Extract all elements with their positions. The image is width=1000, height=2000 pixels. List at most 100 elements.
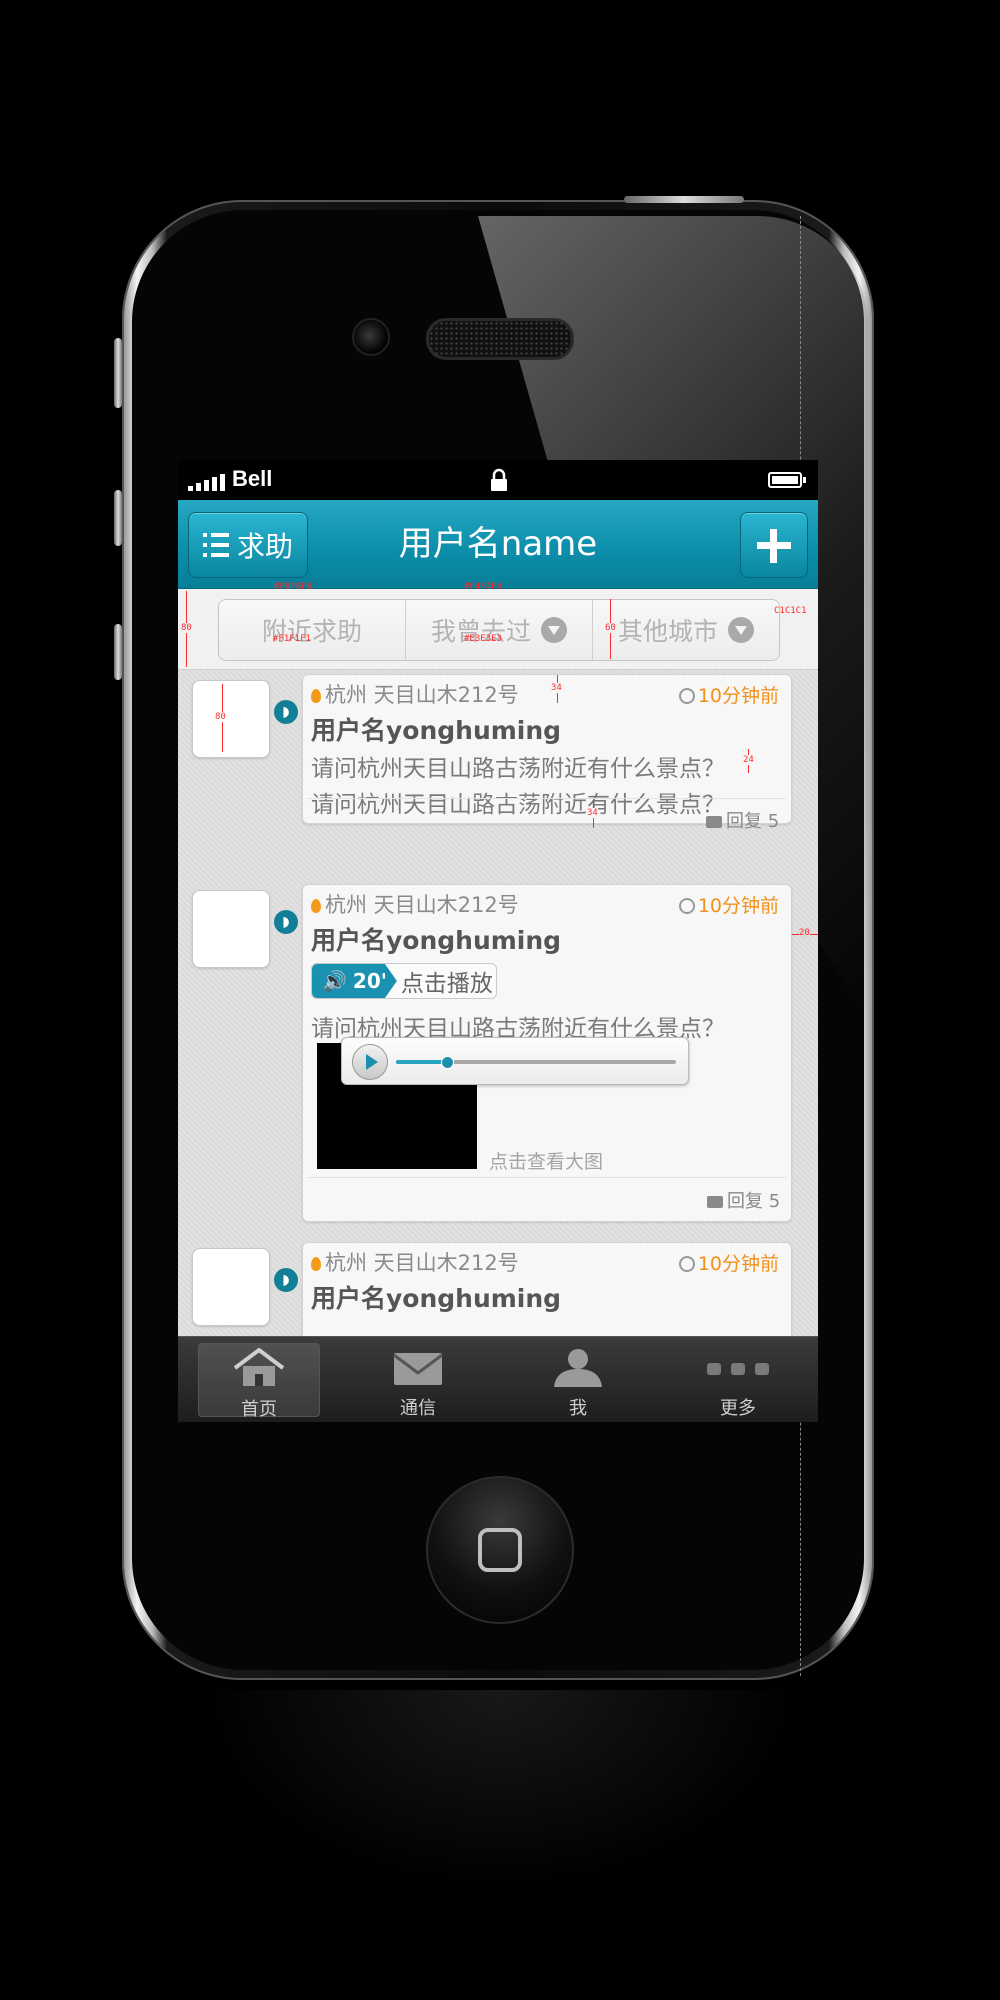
voice-play-label: 点击播放 (400, 971, 493, 997)
view-full-image-link[interactable]: 点击查看大图 (489, 1147, 603, 1174)
filter-segmented-control: 附近求助 我曾去过 其他城市 (218, 599, 780, 661)
voice-indicator-icon: ◗ (274, 1268, 298, 1292)
post-feed[interactable]: 80 ◗ 杭州 天目山木212号 10分钟前 用户名yonghuming 请问杭… (178, 670, 818, 1384)
tab-more-label: 更多 (720, 1398, 756, 1419)
comment-icon (707, 1196, 723, 1208)
mute-switch (114, 338, 122, 408)
tab-home-label: 首页 (241, 1399, 277, 1420)
divider (307, 1177, 787, 1178)
status-bar: Bell (178, 460, 818, 500)
post-card[interactable]: 杭州 天目山木212号 10分钟前 用户名yonghuming 请问杭州天目山路… (302, 674, 792, 824)
annotation-gap-34: 34 (587, 808, 598, 818)
location-pin-icon (311, 1257, 321, 1271)
location-pin-icon (311, 899, 321, 913)
comment-icon (706, 816, 722, 828)
post-time-text: 10分钟前 (697, 1253, 779, 1275)
annotation-color-2: #F1F1F1 (273, 634, 311, 644)
post-card[interactable]: 杭州 天目山木212号 10分钟前 用户名yonghuming 🔊 20' 点击… (302, 884, 792, 1222)
annotation-margin-20: 20 (799, 928, 810, 938)
nav-bar: 求助 用户名name (178, 500, 818, 589)
post-time-text: 10分钟前 (697, 895, 779, 917)
tab-me-label: 我 (569, 1398, 587, 1419)
post-username[interactable]: 用户名yonghuming (311, 711, 561, 747)
tab-me[interactable]: 我 (518, 1343, 638, 1419)
home-button[interactable] (426, 1476, 574, 1624)
post-time: 10分钟前 (678, 681, 779, 708)
chevron-down-icon (541, 617, 567, 643)
home-square-icon (478, 1528, 522, 1572)
post-location-text: 杭州 天目山木212号 (325, 893, 519, 917)
lock-icon (491, 468, 507, 491)
annotation-color-5: C1C1C1 (774, 606, 807, 616)
voice-indicator-icon: ◗ (274, 700, 298, 724)
battery-icon (768, 472, 806, 488)
filter-other-cities-label: 其他城市 (617, 617, 718, 646)
filter-nearby[interactable]: 附近求助 (219, 600, 406, 660)
clock-icon (678, 688, 695, 704)
post-text-line: 请问杭州天目山路古荡附近有什么景点？ (311, 792, 725, 818)
page-title: 用户名name (398, 524, 598, 564)
phone-reflection (200, 1690, 800, 1890)
post-username[interactable]: 用户名yonghuming (311, 1279, 561, 1315)
tab-messages[interactable]: 通信 (358, 1343, 478, 1419)
annotation-avatar-80: 80 (215, 712, 226, 722)
more-dots-icon (707, 1363, 769, 1375)
voice-duration: 20' (352, 969, 387, 993)
annotation-height-80: 80 (181, 623, 192, 633)
voice-message-button[interactable]: 🔊 20' 点击播放 (311, 963, 497, 999)
voice-duration-tag: 🔊 20' (312, 964, 397, 998)
person-icon (554, 1349, 602, 1387)
tab-messages-label: 通信 (400, 1398, 436, 1419)
power-button (624, 196, 744, 203)
play-icon[interactable] (352, 1044, 388, 1080)
carrier-name: Bell (232, 466, 273, 491)
audio-progress-track[interactable] (396, 1056, 676, 1069)
help-menu-button[interactable]: 求助 (188, 512, 308, 578)
volume-up-button (114, 490, 122, 546)
post-location: 杭州 天目山木212号 (311, 889, 519, 919)
speaker-icon: 🔊 (322, 969, 347, 993)
tab-bar: 首页 通信 我 更多 (178, 1336, 818, 1422)
tab-home[interactable]: 首页 (198, 1343, 320, 1420)
tab-more[interactable]: 更多 (678, 1343, 798, 1419)
clock-icon (678, 898, 695, 914)
post-location-text: 杭州 天目山木212号 (325, 1251, 519, 1275)
front-camera (352, 318, 390, 356)
post-location: 杭州 天目山木212号 (311, 1247, 519, 1277)
annotation-height-60: 60 (605, 623, 616, 633)
reply-count-text: 回复 5 (726, 811, 780, 832)
mail-icon (393, 1353, 443, 1385)
post-text-line: 请问杭州天目山路古荡附近有什么景点？ (311, 756, 725, 782)
clock-icon (678, 1256, 695, 1272)
chevron-down-icon (728, 617, 754, 643)
divider (306, 798, 786, 799)
help-menu-label: 求助 (236, 530, 293, 563)
home-icon (233, 1347, 285, 1386)
avatar[interactable] (192, 680, 270, 758)
voice-indicator-icon: ◗ (274, 910, 298, 934)
audio-player (341, 1037, 689, 1085)
post-location-text: 杭州 天目山木212号 (325, 683, 519, 707)
post-location: 杭州 天目山木212号 (311, 679, 519, 709)
reply-count[interactable]: 回复 5 (707, 1187, 780, 1213)
filter-bar: 附近求助 我曾去过 其他城市 80 60 #F8F8F8 #F1F1F1 #F4… (178, 582, 818, 670)
filter-other-cities[interactable]: 其他城市 (593, 600, 779, 660)
audio-progress-knob[interactable] (441, 1056, 455, 1069)
signal-icon (188, 474, 225, 491)
annotation-color-4: #E3E3E3 (464, 634, 502, 644)
annotation-color-1: #F8F8F8 (274, 582, 312, 592)
filter-visited[interactable]: 我曾去过 (406, 600, 593, 660)
add-post-button[interactable] (740, 512, 808, 578)
annotation-color-3: #F4F4F4 (464, 582, 502, 592)
avatar[interactable] (192, 890, 270, 968)
post-username[interactable]: 用户名yonghuming (311, 921, 561, 957)
reply-count[interactable]: 回复 5 (706, 807, 779, 833)
annotation-gap-34: 34 (551, 683, 562, 693)
earpiece-speaker (426, 318, 574, 360)
app-screen: Bell 求助 用户名name 附近求助 我曾去过 其他城市 80 60 #F8… (178, 460, 818, 1422)
post-time-text: 10分钟前 (697, 685, 779, 707)
post-time: 10分钟前 (678, 891, 779, 918)
avatar[interactable] (192, 1248, 270, 1326)
annotation-gap-24: 24 (743, 755, 754, 765)
post-time: 10分钟前 (678, 1249, 779, 1276)
